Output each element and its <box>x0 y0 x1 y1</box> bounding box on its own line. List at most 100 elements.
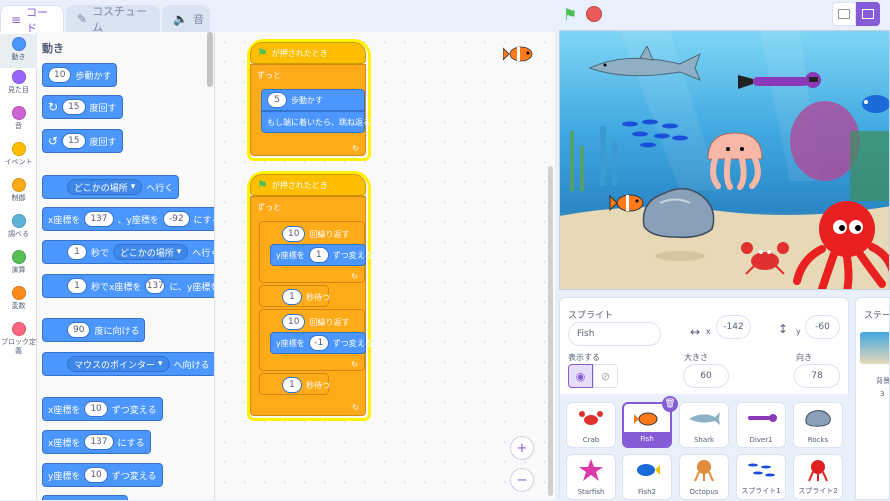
sprite-tile-crab[interactable]: Crab <box>566 402 616 448</box>
category-dot-icon <box>11 178 26 192</box>
octopus-sprite[interactable] <box>792 199 890 290</box>
script-workspace[interactable]: ⚑ が押されたとき ずっと 5 歩動かす もし端に着いたら、跳ね返る ↻ ⚑ が押され… <box>215 32 555 500</box>
category-sound[interactable]: 音 <box>0 106 37 131</box>
repeat-block-2[interactable]: 10 回繰り返す y座標を -1 ずつ変える ↻ <box>259 309 373 371</box>
category-my-blocks[interactable]: ブロック定義 <box>0 322 37 356</box>
x-input[interactable]: 137 <box>145 278 166 294</box>
stage-canvas[interactable] <box>559 30 890 290</box>
category-sensing[interactable]: 調べる <box>0 214 37 239</box>
block-turn-left[interactable]: ↺ 15 度回す <box>42 129 123 153</box>
block-glide-xy[interactable]: 1秒でx座標を137に、y座標を-9 <box>42 274 214 298</box>
palette-scrollbar[interactable] <box>207 32 213 87</box>
block-goto-xy[interactable]: x座標を137、y座標を-92にする <box>42 207 214 231</box>
value-input[interactable]: 5 <box>267 92 287 108</box>
delete-sprite-button[interactable]: 🗑 <box>662 396 678 412</box>
value-input[interactable]: 1 <box>308 247 329 263</box>
forever-block-2[interactable]: ずっと 10 回繰り返す y座標を 1 ずつ変える ↻ 1 秒待つ 10 回繰り返す y座… <box>250 196 373 416</box>
crab-sprite[interactable] <box>740 236 790 276</box>
sprite-tile-shark[interactable]: Shark <box>679 402 729 448</box>
rocks-sprite[interactable] <box>640 181 718 241</box>
zoom-in-button[interactable]: + <box>510 436 534 460</box>
block-glide[interactable]: 1秒でどこかの場所▾へ行く <box>42 240 214 264</box>
sprite-tile-sprite1[interactable]: スプライト1 <box>736 454 786 500</box>
glide-dropdown[interactable]: どこかの場所 ▾ <box>113 244 189 260</box>
forever-block-1[interactable]: ずっと 5 歩動かす もし端に着いたら、跳ね返る ↻ <box>250 64 371 156</box>
block-wait-1[interactable]: 1 秒待つ <box>259 285 330 307</box>
value-input[interactable]: 1 <box>67 244 87 260</box>
sprite-tile-diver1[interactable]: Diver1 <box>736 402 786 448</box>
when-flag-clicked-hat-2[interactable]: ⚑ が押されたとき <box>250 174 366 196</box>
stop-button[interactable] <box>586 6 602 22</box>
tab-costumes[interactable]: ✎ コスチューム <box>66 5 160 34</box>
value-input[interactable]: 15 <box>62 99 86 115</box>
goto-dropdown[interactable]: どこかの場所 ▾ <box>67 179 143 195</box>
y-input[interactable]: -92 <box>162 211 190 227</box>
block-partial[interactable] <box>42 495 128 500</box>
block-point-direction[interactable]: 90 度に向ける <box>42 318 146 342</box>
stage-selector-panel[interactable]: ステージ 背景 3 <box>855 297 890 500</box>
repeat-block-1[interactable]: 10 回繰り返す y座標を 1 ずつ変える ↻ <box>259 221 373 283</box>
direction-input[interactable]: 78 <box>794 364 840 388</box>
x-input[interactable]: 137 <box>84 211 114 227</box>
value-input[interactable]: 1 <box>282 377 302 393</box>
value-input[interactable]: 10 <box>48 67 72 83</box>
value-input[interactable]: 15 <box>62 133 86 149</box>
towards-dropdown[interactable]: マウスのポインター ▾ <box>67 356 170 372</box>
block-change-y-2[interactable]: y座標を -1 ずつ変える <box>270 332 373 354</box>
category-looks[interactable]: 見た目 <box>0 70 37 95</box>
category-variables[interactable]: 変数 <box>0 286 37 311</box>
block-set-x[interactable]: x座標を 137 にする <box>42 430 151 454</box>
value-input[interactable]: 10 <box>84 401 108 417</box>
backdrop-thumbnail[interactable] <box>860 332 889 364</box>
size-input[interactable]: 60 <box>683 364 729 388</box>
diver-sprite[interactable] <box>738 67 828 95</box>
x-input[interactable]: -142 <box>716 315 751 339</box>
block-goto[interactable]: どこかの場所 ▾ へ行く <box>42 175 180 199</box>
value-input[interactable]: 10 <box>84 467 108 483</box>
sprite-tile-rocks[interactable]: Rocks <box>793 402 843 448</box>
script-2-stack[interactable]: ⚑ が押されたとき ずっと 10 回繰り返す y座標を 1 ずつ変える ↻ 1 秒待つ 1… <box>250 174 373 418</box>
block-change-y[interactable]: y座標を 10 ずつ変える <box>42 463 163 487</box>
value-input[interactable]: 1 <box>282 289 302 305</box>
block-move-steps[interactable]: 10 歩動かす <box>42 63 118 87</box>
block-change-y-1[interactable]: y座標を 1 ずつ変える <box>270 244 373 266</box>
sprite-tile-starfish[interactable]: Starfish <box>566 454 616 500</box>
category-events[interactable]: イベント <box>0 142 37 167</box>
tab-code[interactable]: ≡ コード <box>0 5 64 35</box>
show-hidden-button[interactable]: ⊘ <box>593 364 618 388</box>
value-input[interactable]: 137 <box>84 434 114 450</box>
block-move-steps-script[interactable]: 5 歩動かす <box>261 89 365 111</box>
value-input[interactable]: 10 <box>282 314 306 330</box>
block-change-x[interactable]: x座標を 10 ずつ変える <box>42 397 163 421</box>
value-input[interactable]: 1 <box>67 278 87 294</box>
value-input[interactable]: 90 <box>67 322 91 338</box>
when-flag-clicked-hat-1[interactable]: ⚑ が押されたとき <box>250 42 366 64</box>
block-turn-right[interactable]: ↻ 15 度回す <box>42 95 123 119</box>
green-flag-button[interactable]: ⚑ <box>559 3 581 25</box>
shark-sprite[interactable] <box>585 46 705 86</box>
small-stage-button[interactable] <box>832 2 856 26</box>
category-control[interactable]: 制御 <box>0 178 37 203</box>
show-visible-button[interactable]: ◉ <box>568 364 593 388</box>
sprite-tile-octopus[interactable]: Octopus <box>679 454 729 500</box>
sprite-tile-sprite2[interactable]: スプライト2 <box>793 454 843 500</box>
zoom-out-button[interactable]: − <box>510 468 534 492</box>
fish2-sprite[interactable] <box>856 91 890 117</box>
category-operators[interactable]: 演算 <box>0 250 37 275</box>
block-point-towards[interactable]: マウスのポインター ▾ へ向ける <box>42 352 214 376</box>
tab-sounds[interactable]: 🔈 音 <box>162 5 210 32</box>
script-1-stack[interactable]: ⚑ が押されたとき ずっと 5 歩動かす もし端に着いたら、跳ね返る ↻ <box>250 42 371 158</box>
value-input[interactable]: 10 <box>282 226 306 242</box>
fish-school-sprite[interactable] <box>620 116 690 151</box>
sprite-tile-fish2[interactable]: Fish2 <box>622 454 672 500</box>
category-motion[interactable]: 動き <box>0 34 37 68</box>
block-bounce-on-edge[interactable]: もし端に着いたら、跳ね返る <box>261 111 371 133</box>
y-input[interactable]: -60 <box>805 315 840 339</box>
workspace-scrollbar[interactable] <box>548 166 553 496</box>
sprite-name-input[interactable]: Fish <box>568 322 661 346</box>
block-wait-2[interactable]: 1 秒待つ <box>259 373 330 395</box>
normal-stage-button[interactable] <box>856 2 880 26</box>
sprite-tile-fish[interactable]: Fish 🗑 <box>622 396 678 448</box>
starfish-thumb-icon <box>579 459 603 481</box>
value-input[interactable]: -1 <box>308 335 329 351</box>
